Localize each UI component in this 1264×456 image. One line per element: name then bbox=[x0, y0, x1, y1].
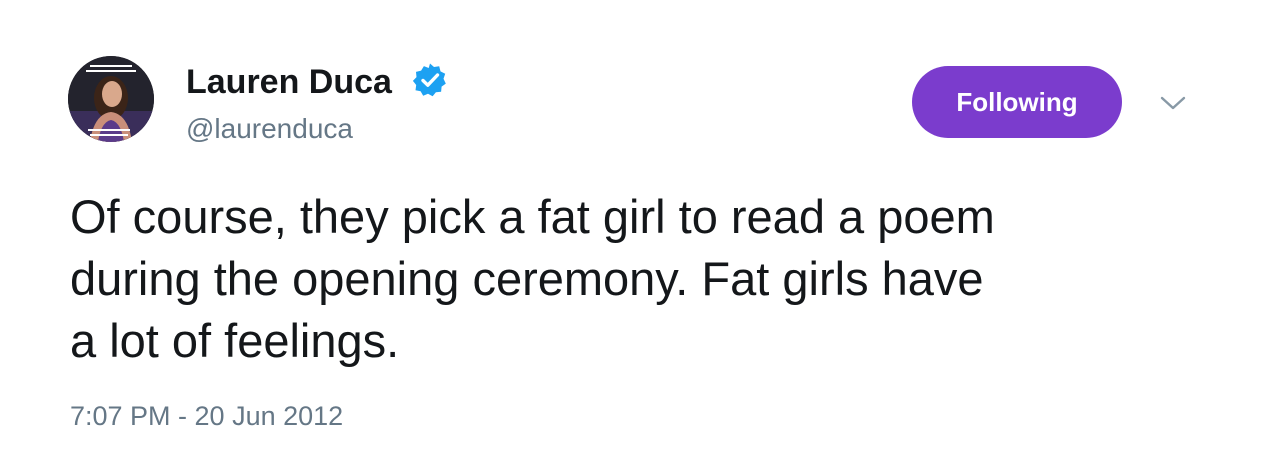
avatar-image bbox=[68, 56, 154, 142]
following-button[interactable]: Following bbox=[912, 66, 1122, 138]
chevron-down-icon[interactable] bbox=[1158, 92, 1188, 114]
avatar[interactable] bbox=[68, 56, 154, 142]
tweet-text: Of course, they pick a fat girl to read … bbox=[70, 190, 995, 367]
display-name[interactable]: Lauren Duca bbox=[186, 62, 392, 102]
user-handle[interactable]: @laurenduca bbox=[186, 112, 353, 146]
tweet-card: Lauren Duca @laurenduca Following Of cou… bbox=[0, 0, 1264, 456]
tweet-timestamp[interactable]: 7:07 PM - 20 Jun 2012 bbox=[70, 400, 343, 432]
verified-badge-icon bbox=[412, 62, 448, 98]
